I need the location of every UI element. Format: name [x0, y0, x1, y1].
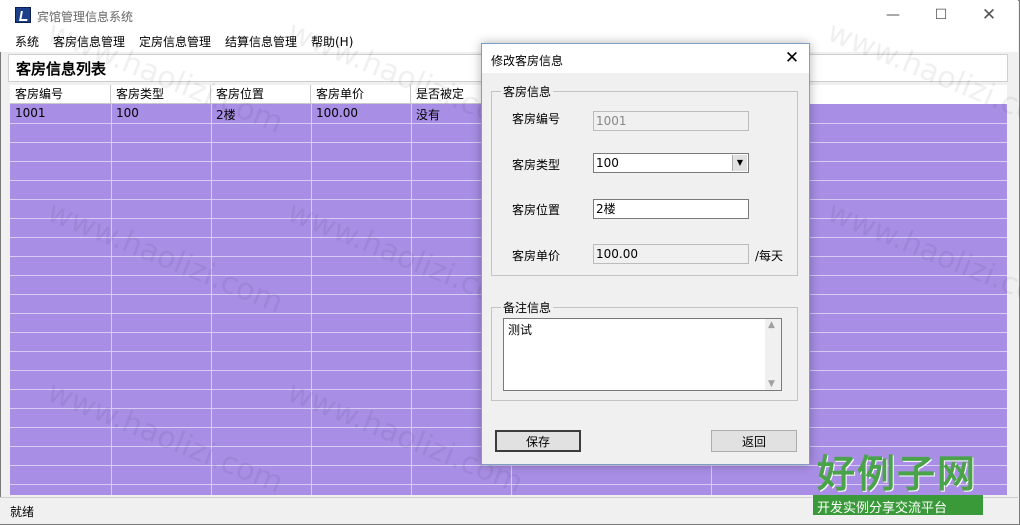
title-bar: 宾馆管理信息系统 — ☐ ✕: [0, 0, 1018, 30]
room-location-field[interactable]: 2楼: [593, 199, 749, 219]
menu-room-info[interactable]: 客房信息管理: [53, 33, 125, 50]
room-type-select[interactable]: 100 ▼: [593, 153, 749, 173]
room-type-label: 客房类型: [512, 158, 561, 172]
logo-text: 好例子网: [817, 452, 978, 496]
cell-room-location: 2楼: [216, 108, 236, 122]
col-header-room-no[interactable]: 客房编号: [10, 85, 111, 104]
room-location-label: 客房位置: [512, 203, 561, 217]
cell-room-price: 100.00: [316, 106, 358, 120]
note-textarea[interactable]: 测试 ▲ ▼: [503, 318, 782, 391]
note-text: 测试: [508, 323, 533, 337]
grid-line: [211, 104, 212, 495]
edit-room-dialog: 修改客房信息 ✕ 客房信息 客房编号 1001 客房类型 100 ▼ 客房位置 …: [481, 43, 810, 465]
menu-help[interactable]: 帮助(H): [311, 33, 353, 50]
chevron-down-icon[interactable]: ▼: [732, 155, 747, 171]
room-no-field[interactable]: 1001: [593, 111, 749, 131]
room-price-label: 客房单价: [512, 249, 561, 263]
col-header-room-location[interactable]: 客房位置: [211, 85, 311, 104]
scroll-down-icon[interactable]: ▼: [768, 379, 775, 389]
scroll-up-icon[interactable]: ▲: [768, 320, 775, 330]
window-title: 宾馆管理信息系统: [37, 10, 134, 24]
menu-booking-info[interactable]: 定房信息管理: [139, 33, 211, 50]
col-header-room-type[interactable]: 客房类型: [111, 85, 211, 104]
list-title: 客房信息列表: [16, 60, 107, 78]
note-scrollbar[interactable]: ▲ ▼: [765, 319, 781, 390]
grid-line: [411, 104, 412, 495]
logo-banner: 开发实例分享交流平台: [813, 495, 983, 516]
dialog-title-bar: 修改客房信息 ✕: [482, 44, 809, 73]
menu-checkout-info[interactable]: 结算信息管理: [225, 33, 297, 50]
app-icon: [15, 7, 31, 23]
maximize-icon[interactable]: ☐: [918, 0, 964, 30]
cell-room-no: 1001: [15, 106, 46, 120]
cell-room-type: 100: [116, 106, 139, 120]
cell-booked: 没有: [416, 108, 441, 122]
grid-line: [111, 104, 112, 495]
grid-line: [311, 104, 312, 495]
note-group-label: 备注信息: [501, 299, 554, 316]
back-button[interactable]: 返回: [711, 430, 797, 452]
dialog-title: 修改客房信息: [491, 54, 564, 68]
close-icon[interactable]: ✕: [966, 0, 1012, 30]
room-no-label: 客房编号: [512, 112, 561, 126]
minimize-icon[interactable]: —: [870, 0, 916, 30]
menu-system[interactable]: 系统: [15, 33, 39, 50]
save-button[interactable]: 保存: [495, 430, 581, 452]
status-text: 就绪: [10, 505, 35, 519]
dialog-close-icon[interactable]: ✕: [777, 45, 807, 71]
room-type-value: 100: [596, 156, 619, 170]
price-unit-label: /每天: [755, 249, 784, 263]
logo-slogan: 开发实例分享交流平台: [817, 501, 948, 516]
room-info-group-label: 客房信息: [501, 83, 554, 100]
room-price-field[interactable]: 100.00: [593, 244, 749, 264]
col-header-room-price[interactable]: 客房单价: [311, 85, 411, 104]
site-logo: 好例子网 开发实例分享交流平台: [813, 443, 983, 519]
